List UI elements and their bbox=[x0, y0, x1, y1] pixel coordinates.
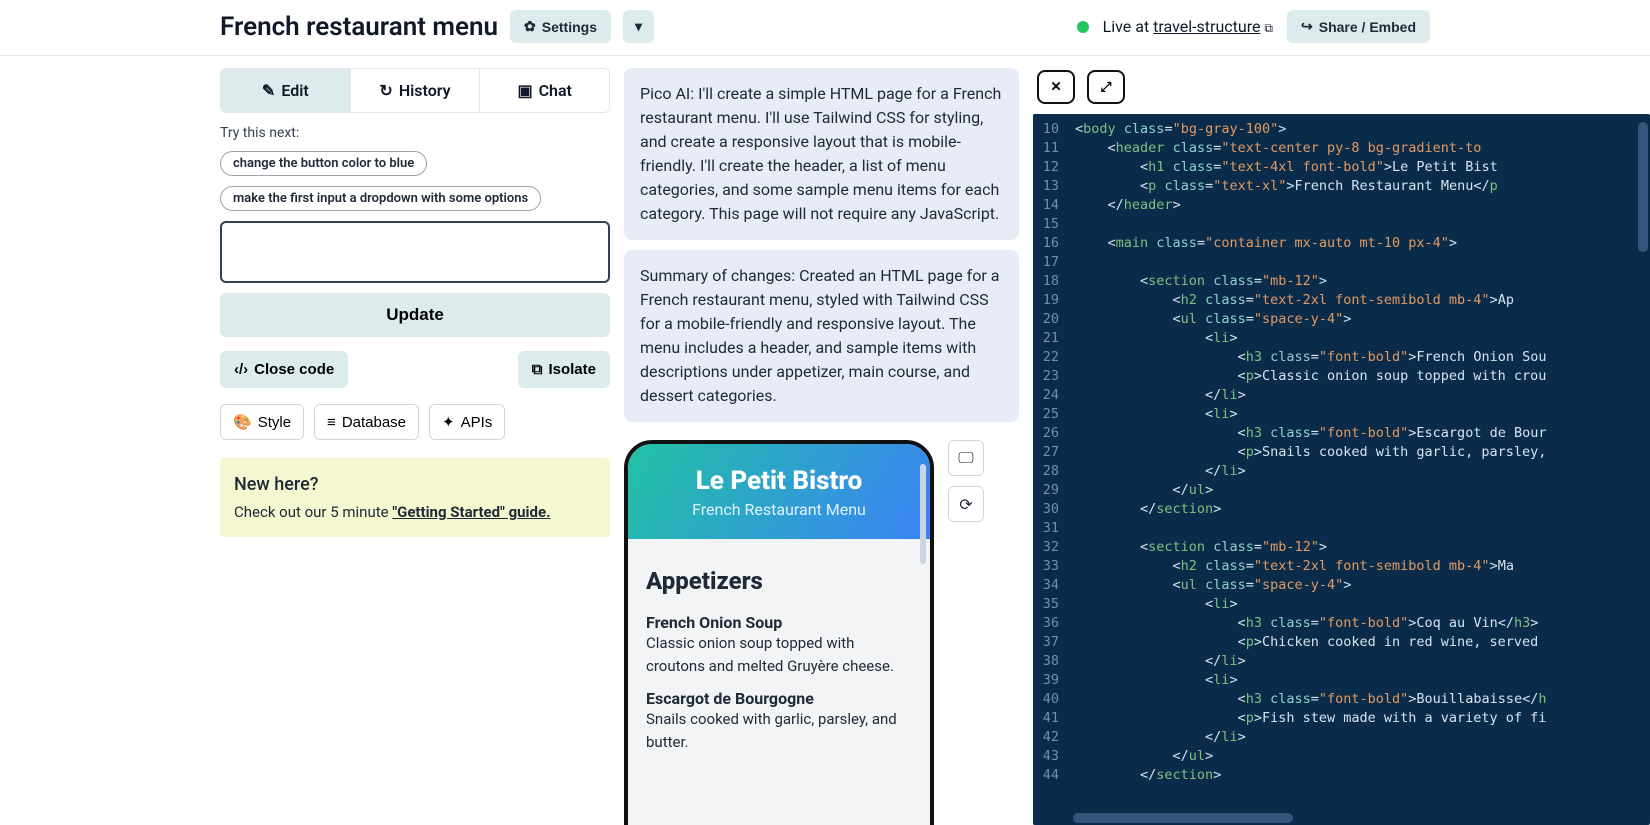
gear-icon: ✿ bbox=[524, 18, 536, 35]
apis-button[interactable]: ✦ APIs bbox=[429, 404, 505, 440]
editor-gutter: 10 11 12 13 14 15 16 17 18 19 20 21 22 2… bbox=[1033, 114, 1067, 825]
live-prefix: Live at bbox=[1103, 17, 1150, 36]
tab-edit[interactable]: ✎ Edit bbox=[221, 69, 351, 112]
style-label: Style bbox=[258, 414, 291, 431]
preview-title: Le Petit Bistro bbox=[638, 466, 920, 496]
tab-edit-label: Edit bbox=[281, 81, 308, 100]
expand-icon: ⤢ bbox=[1101, 79, 1112, 95]
code-icon: ‹/› bbox=[234, 361, 248, 378]
isolate-button[interactable]: ⧉ Isolate bbox=[518, 351, 610, 388]
suggestion-pill-1[interactable]: change the button color to blue bbox=[220, 151, 427, 176]
share-icon: ↪ bbox=[1301, 18, 1313, 35]
page-title: French restaurant menu bbox=[220, 12, 498, 42]
tab-history[interactable]: ↻ History bbox=[351, 69, 481, 112]
isolate-icon: ⧉ bbox=[532, 361, 543, 378]
isolate-label: Isolate bbox=[548, 361, 596, 378]
close-code-label: Close code bbox=[254, 361, 334, 378]
update-button[interactable]: Update bbox=[220, 293, 610, 337]
editor-vertical-scrollbar[interactable] bbox=[1638, 122, 1648, 252]
history-icon: ↻ bbox=[379, 81, 392, 100]
code-editor[interactable]: 10 11 12 13 14 15 16 17 18 19 20 21 22 2… bbox=[1033, 114, 1650, 825]
palette-icon: 🎨 bbox=[233, 413, 252, 431]
preview-dish-1-desc: Classic onion soup topped with croutons … bbox=[646, 632, 912, 677]
ai-message-2: Summary of changes: Created an HTML page… bbox=[624, 250, 1019, 422]
hint-prefix: Check out our 5 minute bbox=[234, 503, 392, 521]
getting-started-link[interactable]: "Getting Started" guide. bbox=[392, 503, 550, 521]
tab-chat[interactable]: ▣ Chat bbox=[480, 69, 609, 112]
style-button[interactable]: 🎨 Style bbox=[220, 404, 304, 440]
database-label: Database bbox=[342, 414, 406, 431]
left-tabs: ✎ Edit ↻ History ▣ Chat bbox=[220, 68, 610, 113]
preview-refresh-button[interactable]: ⟳ bbox=[948, 486, 984, 522]
middle-panel: Pico AI: I'll create a simple HTML page … bbox=[624, 68, 1019, 825]
live-status-text: Live at travel-structure ⧉ bbox=[1103, 17, 1273, 36]
external-link-icon: ⧉ bbox=[1264, 21, 1273, 35]
left-panel: ✎ Edit ↻ History ▣ Chat Try this next: c… bbox=[220, 68, 610, 825]
chevron-down-icon: ▾ bbox=[635, 18, 642, 35]
hint-title: New here? bbox=[234, 474, 596, 495]
tab-history-label: History bbox=[399, 81, 451, 100]
preview-dish-2-name: Escargot de Bourgogne bbox=[646, 689, 912, 708]
database-icon: ≡ bbox=[327, 414, 336, 431]
monitor-icon: 🖵 bbox=[958, 448, 973, 468]
preview-scrollbar[interactable] bbox=[920, 464, 926, 564]
prompt-input[interactable] bbox=[220, 221, 610, 283]
refresh-icon: ⟳ bbox=[959, 495, 972, 514]
close-icon: ✕ bbox=[1050, 79, 1061, 95]
settings-label: Settings bbox=[542, 19, 597, 35]
preview-desktop-toggle[interactable]: 🖵 bbox=[948, 440, 984, 476]
settings-button[interactable]: ✿ Settings bbox=[510, 10, 611, 43]
suggestion-pill-2[interactable]: make the first input a dropdown with som… bbox=[220, 186, 541, 211]
preview-header: Le Petit Bistro French Restaurant Menu bbox=[628, 444, 930, 539]
code-expand-button[interactable]: ⤢ bbox=[1087, 70, 1125, 104]
live-url-link[interactable]: travel-structure bbox=[1153, 17, 1260, 36]
try-next-label: Try this next: bbox=[220, 125, 610, 141]
close-code-button[interactable]: ‹/› Close code bbox=[220, 351, 348, 388]
preview-dish-1-name: French Onion Soup bbox=[646, 613, 912, 632]
preview-dish-2-desc: Snails cooked with garlic, parsley, and … bbox=[646, 708, 912, 753]
editor-horizontal-scrollbar[interactable] bbox=[1073, 813, 1293, 823]
code-close-button[interactable]: ✕ bbox=[1037, 70, 1075, 104]
ai-message-1: Pico AI: I'll create a simple HTML page … bbox=[624, 68, 1019, 240]
live-status-dot bbox=[1077, 21, 1089, 33]
settings-more-button[interactable]: ▾ bbox=[623, 10, 654, 43]
apis-label: APIs bbox=[461, 414, 493, 431]
preview-subtitle: French Restaurant Menu bbox=[638, 500, 920, 519]
apis-icon: ✦ bbox=[442, 413, 455, 431]
chat-icon: ▣ bbox=[517, 81, 532, 100]
preview-section-appetizers: Appetizers bbox=[646, 567, 912, 595]
database-button[interactable]: ≡ Database bbox=[314, 404, 419, 440]
share-label: Share / Embed bbox=[1319, 19, 1416, 35]
tab-chat-label: Chat bbox=[539, 81, 572, 100]
code-panel: ✕ ⤢ 10 11 12 13 14 15 16 17 18 19 20 21 … bbox=[1033, 68, 1650, 825]
editor-content[interactable]: <body class="bg-gray-100"> <header class… bbox=[1067, 114, 1650, 825]
getting-started-hint: New here? Check out our 5 minute "Gettin… bbox=[220, 458, 610, 537]
pencil-icon: ✎ bbox=[262, 81, 275, 100]
share-embed-button[interactable]: ↪ Share / Embed bbox=[1287, 10, 1430, 43]
preview-phone: Le Petit Bistro French Restaurant Menu A… bbox=[624, 440, 934, 825]
top-bar: French restaurant menu ✿ Settings ▾ Live… bbox=[0, 0, 1650, 56]
